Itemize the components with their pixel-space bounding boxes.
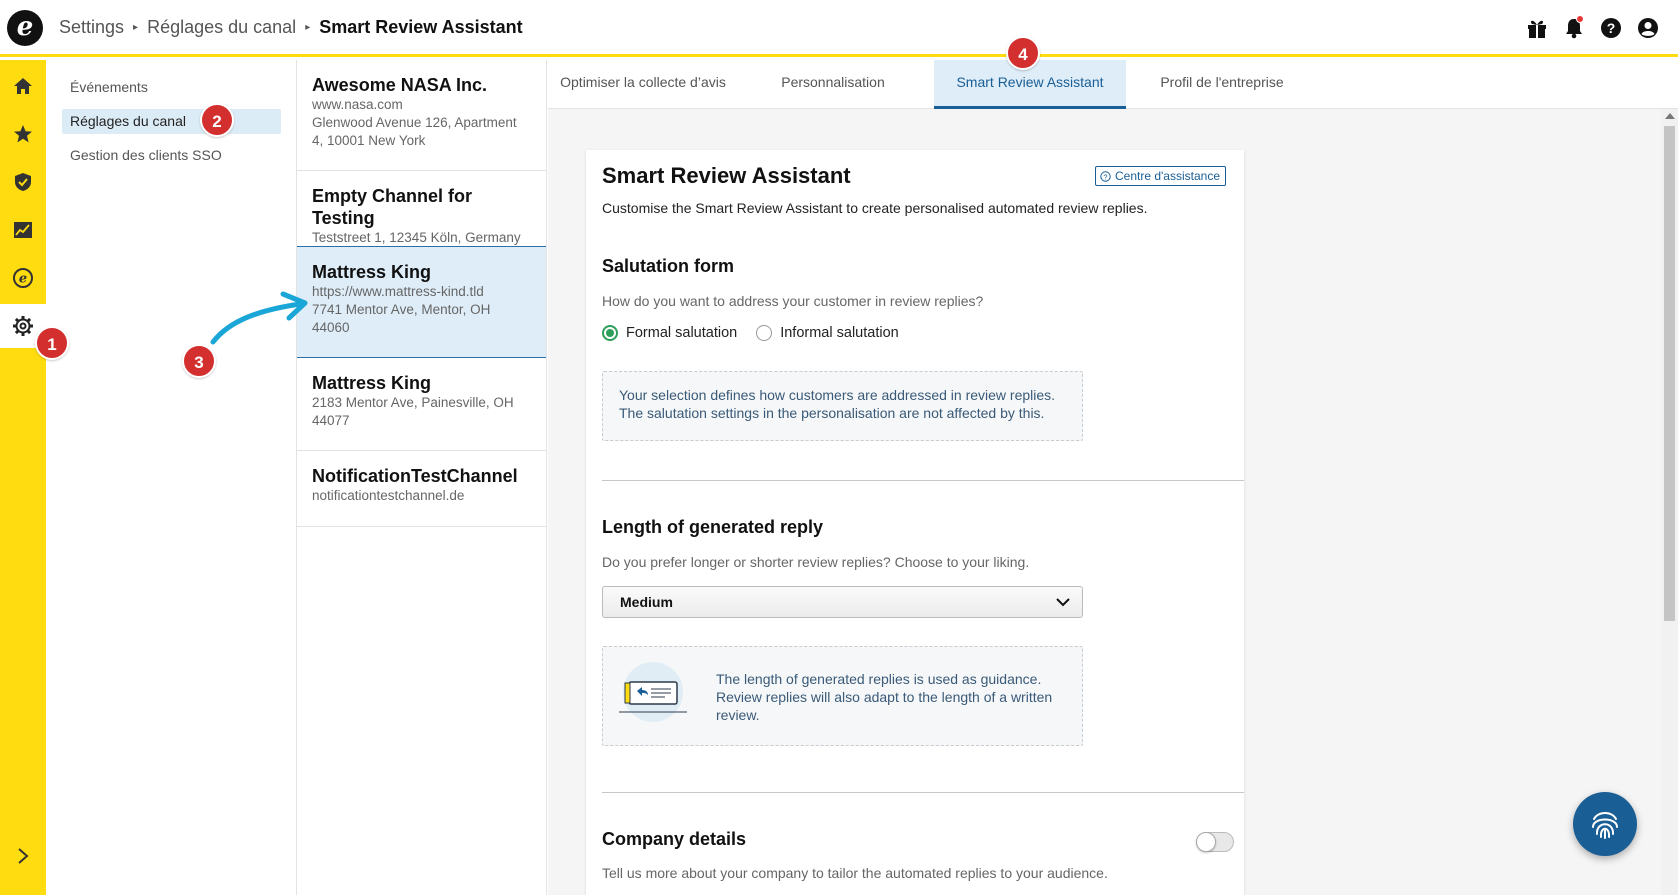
section-divider [602, 480, 1244, 481]
breadcrumb-channel-settings[interactable]: Réglages du canal [147, 17, 296, 38]
vertical-scrollbar[interactable] [1661, 109, 1678, 895]
channel-name: Mattress King [312, 373, 432, 393]
help-center-label: Centre d'assistance [1114, 169, 1220, 183]
scroll-thumb[interactable] [1664, 126, 1675, 621]
svg-text:?: ? [1606, 20, 1615, 36]
tab-company-profile[interactable]: Profil de l'entreprise [1126, 60, 1318, 109]
toggle-knob [1196, 832, 1216, 852]
shield-check-icon[interactable] [0, 160, 46, 204]
info-text: review. [716, 707, 760, 723]
svg-text:?: ? [1103, 172, 1107, 181]
card-title: Smart Review Assistant [602, 163, 851, 188]
channel-list: Awesome NASA Inc. www.nasa.com Glenwood … [297, 60, 547, 895]
company-details-toggle[interactable] [1196, 832, 1234, 852]
reply-illustration-icon [619, 662, 687, 722]
annotation-badge-3: 3 [182, 344, 216, 378]
channel-detail: Teststreet 1, 12345 Köln, Germany [312, 230, 521, 245]
annotation-badge-4: 4 [1006, 36, 1040, 70]
company-details-question: Tell us more about your company to tailo… [602, 865, 1108, 881]
notification-dot [1576, 15, 1584, 23]
channel-item[interactable]: Mattress King 2183 Mentor Ave, Painesvil… [297, 358, 546, 451]
company-details-title: Company details [602, 829, 747, 849]
gift-icon[interactable] [1524, 15, 1549, 40]
channel-name: Awesome NASA Inc. [312, 75, 488, 95]
breadcrumb-separator-icon: ▸ [133, 22, 139, 33]
salutation-info-box: Your selection defines how customers are… [602, 371, 1083, 441]
subnav-item-channel-settings[interactable]: Réglages du canal [62, 109, 281, 134]
channel-tabs: Optimiser la collecte d’avis Personnalis… [548, 60, 1678, 109]
fingerprint-icon [1592, 812, 1618, 839]
help-icon[interactable]: ? [1598, 15, 1623, 40]
subnav-item-events[interactable]: Événements [62, 75, 281, 100]
settings-subnav: Événements Réglages du canal Gestion des… [46, 60, 297, 895]
smart-review-assistant-card: Smart Review Assistant ? Centre d'assist… [586, 150, 1244, 895]
info-text: Your selection defines how customers are… [619, 387, 1056, 403]
tab-personalisation[interactable]: Personnalisation [738, 60, 928, 109]
channel-detail: 44077 [312, 413, 350, 428]
channel-name: Mattress King [312, 262, 432, 282]
annotation-arrow-icon [210, 291, 308, 345]
informal-salutation-radio[interactable] [756, 325, 773, 341]
channel-name: Empty Channel for Testing [312, 186, 473, 228]
etrusted-logo[interactable]: e [7, 10, 43, 46]
length-info-box: The length of generated replies is used … [602, 646, 1083, 746]
channel-item[interactable]: Awesome NASA Inc. www.nasa.com Glenwood … [297, 60, 546, 171]
length-title: Length of generated reply [602, 517, 824, 537]
channel-name: NotificationTestChannel [312, 466, 518, 486]
channel-detail: www.nasa.com [312, 97, 403, 112]
formal-salutation-radio[interactable] [602, 325, 618, 341]
subnav-item-sso-clients[interactable]: Gestion des clients SSO [62, 143, 281, 168]
info-text: The salutation settings in the personali… [619, 405, 1045, 421]
top-icons: ? [1524, 15, 1660, 40]
etrusted-icon[interactable]: e [0, 256, 46, 300]
home-icon[interactable] [0, 64, 46, 108]
annotation-badge-2: 2 [200, 103, 234, 137]
info-text: The length of generated replies is used … [716, 671, 1042, 687]
star-icon[interactable] [0, 112, 46, 156]
card-subtitle: Customise the Smart Review Assistant to … [602, 200, 1148, 216]
main-navigation-rail: e [0, 60, 46, 895]
channel-detail: https://www.mattress-kind.tld [312, 284, 484, 299]
reply-length-select[interactable]: Medium [602, 586, 1083, 618]
fingerprint-button[interactable] [1573, 792, 1637, 856]
section-divider [602, 792, 1244, 793]
channel-item-selected[interactable]: Mattress King https://www.mattress-kind.… [297, 246, 546, 358]
channel-detail: 44060 [312, 320, 350, 335]
channel-item[interactable]: Empty Channel for Testing Teststreet 1, … [297, 171, 546, 247]
channel-detail: notificationtestchannel.de [312, 488, 465, 503]
chevron-right-icon[interactable] [0, 834, 46, 878]
top-bar: e Settings ▸ Réglages du canal ▸ Smart R… [0, 0, 1678, 57]
analytics-icon[interactable] [0, 208, 46, 252]
breadcrumb-settings[interactable]: Settings [59, 17, 124, 38]
channel-detail: 2183 Mentor Ave, Painesville, OH [312, 395, 514, 410]
salutation-title: Salutation form [602, 256, 735, 276]
breadcrumb-separator-icon: ▸ [305, 22, 311, 33]
breadcrumb: Settings ▸ Réglages du canal ▸ Smart Rev… [59, 17, 523, 38]
channel-detail: 4, 10001 New York [312, 133, 426, 148]
svg-text:e: e [19, 272, 27, 287]
bell-icon[interactable] [1561, 15, 1586, 40]
channel-detail: 7741 Mentor Ave, Mentor, OH [312, 302, 491, 317]
help-center-link[interactable]: ? Centre d'assistance [1094, 166, 1226, 186]
info-text: Review replies will also adapt to the le… [716, 689, 1053, 705]
channel-detail: Glenwood Avenue 126, Apartment [312, 115, 517, 130]
chevron-down-icon [1056, 598, 1070, 607]
length-info-text: The length of generated replies is used … [716, 670, 1056, 724]
reply-length-value: Medium [620, 594, 673, 610]
breadcrumb-current: Smart Review Assistant [319, 17, 523, 37]
salutation-question: How do you want to address your customer… [602, 293, 984, 309]
length-question: Do you prefer longer or shorter review r… [602, 554, 1030, 570]
account-icon[interactable] [1635, 15, 1660, 40]
salutation-radio-group: Formal salutation Informal salutation [602, 325, 899, 341]
tab-optimise-collection[interactable]: Optimiser la collecte d’avis [548, 60, 738, 109]
informal-salutation-label[interactable]: Informal salutation [780, 325, 898, 341]
formal-salutation-label[interactable]: Formal salutation [626, 325, 737, 341]
scroll-up-icon[interactable] [1665, 113, 1675, 119]
annotation-badge-1: 1 [35, 326, 69, 360]
help-circle-icon: ? [1100, 170, 1111, 182]
channel-item[interactable]: NotificationTestChannel notificationtest… [297, 451, 546, 527]
